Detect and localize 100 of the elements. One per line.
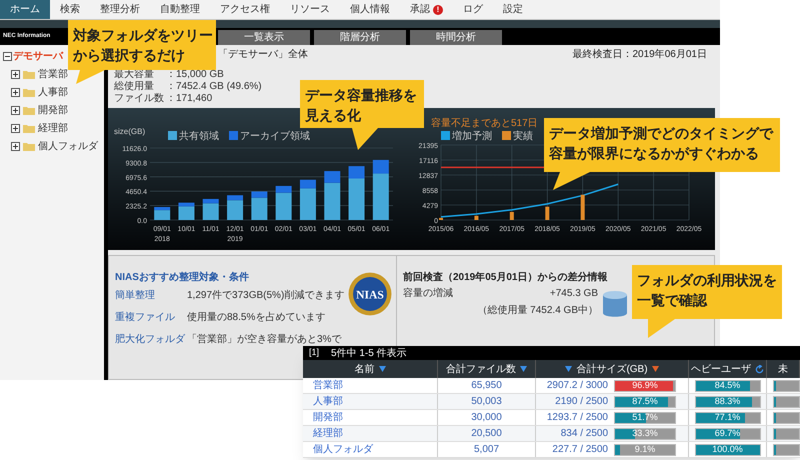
stat-value: ：15,000 GB bbox=[166, 69, 224, 81]
table-cell-text: 50,003 bbox=[471, 395, 502, 409]
expand-icon[interactable] bbox=[11, 70, 20, 79]
chart-title: 容量不足まであと517日 bbox=[431, 118, 538, 129]
table-cell-text: 1293.7 / 2500 bbox=[546, 411, 608, 425]
column-header: ヘビーユーザ bbox=[691, 362, 751, 376]
percentage-text: 69.7% bbox=[714, 428, 742, 438]
table-cell-text: 30,000 bbox=[471, 411, 502, 425]
bar bbox=[545, 206, 550, 220]
column-header: 未 bbox=[778, 362, 788, 376]
sort-icon[interactable] bbox=[378, 366, 386, 372]
callout-tail bbox=[553, 172, 590, 190]
legend-label: 共有領域 bbox=[179, 131, 219, 142]
table-cell-text: 20,500 bbox=[471, 427, 502, 441]
legend-swatch bbox=[441, 131, 450, 140]
callout-tail bbox=[648, 319, 675, 338]
percentage-text: 100.0% bbox=[711, 444, 744, 454]
stat-label: ファイル数 bbox=[114, 93, 165, 105]
column-header: 名前 bbox=[354, 362, 374, 376]
folder-icon bbox=[23, 106, 35, 115]
nav-tab[interactable]: 整理分析 bbox=[90, 0, 150, 19]
nav-tab[interactable]: 個人情報 bbox=[340, 0, 400, 19]
recommendation-text: 使用量の88.5%を占めています bbox=[187, 310, 326, 324]
tree-item[interactable]: 営業部 bbox=[38, 67, 68, 82]
database-icon bbox=[602, 290, 628, 318]
legend-swatch bbox=[502, 131, 511, 140]
bar bbox=[580, 194, 585, 220]
recommendation-text: 1,297件で373GB(5%)削減できます bbox=[187, 288, 344, 302]
collapse-icon[interactable] bbox=[3, 52, 12, 61]
tree-item[interactable]: 個人フォルダ bbox=[38, 139, 98, 154]
bar bbox=[510, 212, 514, 220]
column-header: 合計サイズ(GB) bbox=[576, 362, 648, 376]
nav-tab[interactable]: 設定 bbox=[493, 0, 533, 19]
logo-text: NIAS bbox=[356, 288, 384, 302]
folder-link[interactable]: 営業部 bbox=[313, 378, 343, 393]
sort-icon[interactable] bbox=[652, 366, 659, 372]
folder-icon bbox=[23, 124, 35, 133]
link[interactable]: 簡単整理 bbox=[115, 288, 187, 302]
expand-icon[interactable] bbox=[11, 142, 20, 151]
folder-link[interactable]: 人事部 bbox=[313, 394, 343, 409]
legend-swatch bbox=[168, 131, 177, 140]
bar bbox=[474, 216, 478, 220]
tab[interactable]: 一覧表示 bbox=[218, 30, 310, 45]
nav-tab[interactable]: 承認 ! bbox=[400, 0, 453, 19]
section-title: 前回検査（2019年05月01日）からの差分情報 bbox=[403, 272, 608, 283]
table-cell-text: 2907.2 / 3000 bbox=[546, 379, 608, 393]
callout-tail bbox=[76, 70, 105, 84]
sort-icon[interactable] bbox=[565, 366, 572, 372]
table-cell-text: 834 / 2500 bbox=[560, 427, 608, 441]
diff-value: +745.3 GB bbox=[550, 287, 598, 301]
nav-tab[interactable]: ホーム bbox=[0, 0, 50, 19]
refresh-icon[interactable] bbox=[755, 364, 764, 374]
tab[interactable]: 階層分析 bbox=[314, 30, 406, 45]
tree-item[interactable]: 開発部 bbox=[38, 103, 68, 118]
link[interactable]: 重複ファイル bbox=[115, 310, 187, 324]
table-cell-text: 227.7 / 2500 bbox=[552, 443, 608, 457]
percentage-text: 84.5% bbox=[714, 380, 742, 390]
stat-label: 総使用量 bbox=[114, 81, 155, 93]
table-cell-text: 65,950 bbox=[471, 379, 502, 393]
bar bbox=[439, 218, 443, 220]
legend-label: 増加予測 bbox=[452, 131, 492, 142]
nav-tab[interactable]: ログ bbox=[453, 0, 493, 19]
recommendation-text: 「営業部」が空き容量があと3%で bbox=[187, 332, 342, 346]
last-inspection-date: 最終検査日：2019年06月01日 bbox=[572, 48, 707, 62]
nav-tab[interactable]: アクセス権 bbox=[210, 0, 280, 19]
tree-item[interactable]: デモサーバ bbox=[13, 49, 63, 64]
percentage-text: 87.5% bbox=[631, 396, 659, 406]
folder-icon bbox=[23, 88, 35, 97]
section-title: NIASおすすめ整理対象・条件 bbox=[115, 272, 249, 283]
callout-tail bbox=[352, 128, 378, 150]
folder-icon bbox=[23, 142, 35, 151]
expand-icon[interactable] bbox=[11, 124, 20, 133]
link[interactable]: 肥大化フォルダ bbox=[115, 332, 187, 346]
folder-icon bbox=[23, 70, 35, 79]
sort-icon[interactable] bbox=[520, 366, 527, 372]
folder-link[interactable]: 個人フォルダ bbox=[313, 442, 373, 457]
nav-tab[interactable]: 検索 bbox=[50, 0, 90, 19]
legend-swatch bbox=[229, 131, 238, 140]
alert-badge: ! bbox=[433, 4, 443, 14]
stat-value: ：7452.4 GB (49.6%) bbox=[166, 81, 262, 93]
folder-link[interactable]: 経理部 bbox=[313, 426, 343, 441]
legend-label: 実績 bbox=[513, 131, 533, 142]
page-number: [1] bbox=[309, 346, 320, 360]
diff-label: 容量の増減 bbox=[403, 286, 453, 301]
tree-item[interactable]: 人事部 bbox=[38, 85, 68, 100]
folder-link[interactable]: 開発部 bbox=[313, 410, 343, 425]
nav-tab[interactable]: リソース bbox=[280, 0, 340, 19]
tree-item[interactable]: 経理部 bbox=[38, 121, 68, 136]
table-cell-text: 5,007 bbox=[474, 443, 500, 457]
diff-note: （総使用量 7452.4 GB中） bbox=[477, 304, 598, 318]
nav-tab[interactable]: 自動整理 bbox=[150, 0, 210, 19]
axis-title: size(GB) bbox=[114, 127, 146, 136]
percentage-text: 9.1% bbox=[634, 444, 656, 454]
percentage-text: 88.3% bbox=[714, 396, 742, 406]
result-count: 5件中 1-5 件表示 bbox=[331, 346, 407, 360]
expand-icon[interactable] bbox=[11, 106, 20, 115]
tab[interactable]: 時間分析 bbox=[410, 30, 502, 45]
expand-icon[interactable] bbox=[11, 88, 20, 97]
table-cell-text: 2190 / 2500 bbox=[555, 395, 608, 409]
overview-title: 「デモサーバ」全体 bbox=[218, 48, 308, 62]
